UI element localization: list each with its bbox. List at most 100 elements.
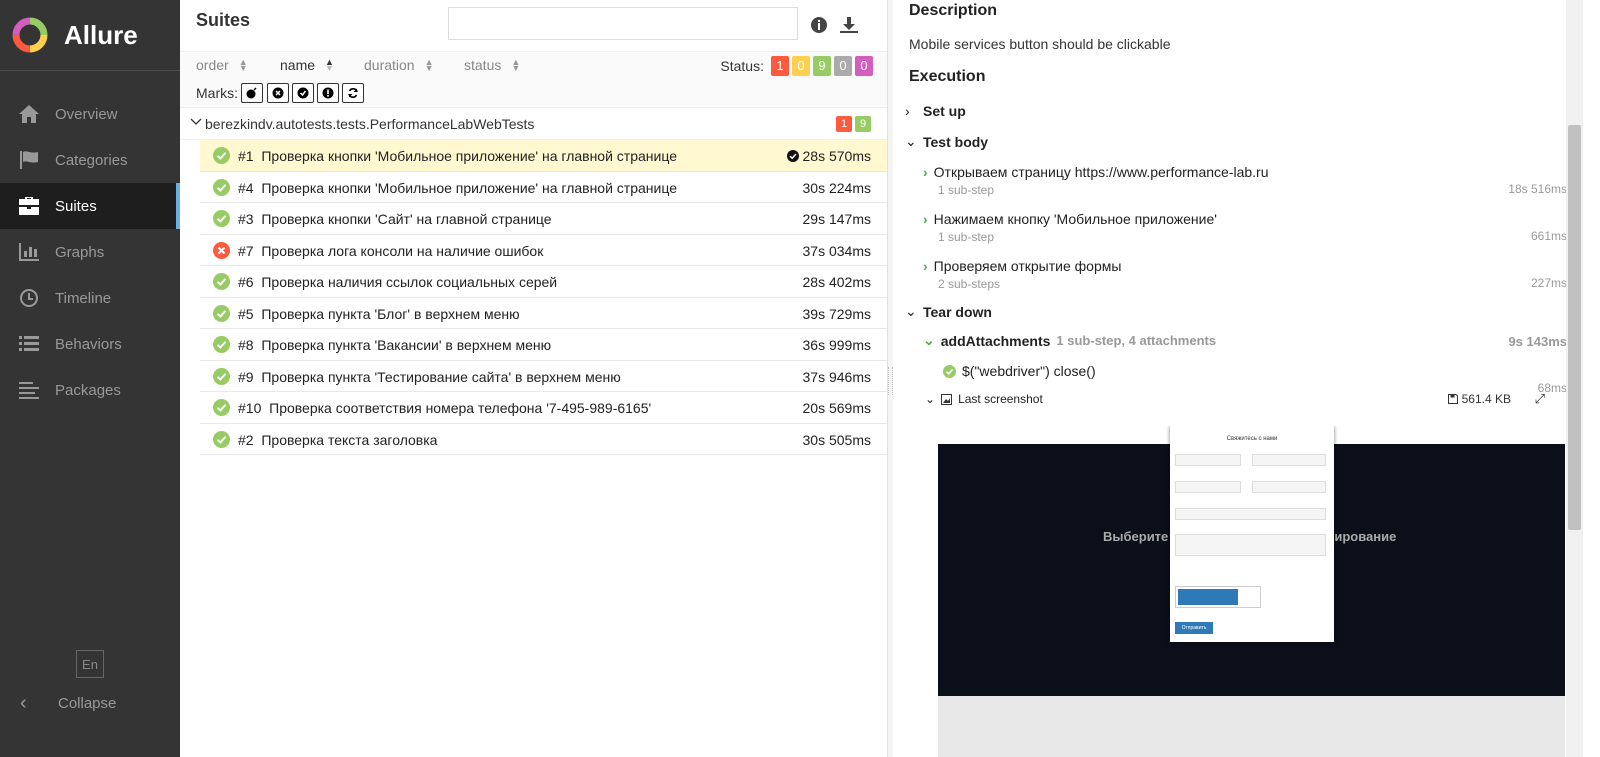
passed-check-icon	[943, 364, 956, 378]
test-duration: 37s 946ms	[803, 369, 871, 385]
collapse-button[interactable]: ‹ Collapse	[20, 692, 116, 715]
test-duration: 30s 505ms	[803, 432, 871, 448]
chevron-right-icon: ›	[923, 211, 928, 227]
stage-test-body[interactable]: ⌄ Test body	[905, 133, 988, 150]
test-duration-value: 30s 505ms	[802, 431, 871, 448]
test-row[interactable]: #1 Проверка кнопки 'Мобильное приложение…	[200, 140, 887, 172]
step-name: $("webdriver") close()	[962, 363, 1096, 379]
test-duration-value: 39s 729ms	[802, 305, 871, 322]
body-step-3[interactable]: › Проверяем открытие формы 2 sub-steps 22…	[923, 258, 1567, 291]
test-row[interactable]: #2 Проверка текста заголовка 30s 505ms	[200, 424, 887, 455]
stage-tear-down[interactable]: ⌄ Tear down	[905, 303, 992, 320]
status-filter-failed[interactable]: 1	[771, 56, 789, 76]
group-failed-count: 1	[836, 116, 852, 132]
test-duration-value: 36s 999ms	[802, 337, 871, 353]
sort-order[interactable]: order ▲ ▼	[196, 57, 248, 73]
test-row[interactable]: #7 Проверка лога консоли на наличие ошиб…	[200, 235, 887, 266]
chevron-down-icon: ⌄	[905, 133, 917, 149]
chevron-right-icon: ›	[923, 258, 928, 274]
chevron-down-icon: ⌄	[925, 392, 936, 406]
mark-new-broken-icon[interactable]	[317, 83, 339, 103]
detail-scrollbar[interactable]	[1566, 0, 1583, 757]
webdriver-close-step[interactable]: $("webdriver") close() 68ms	[943, 363, 1567, 395]
brand[interactable]: Allure	[0, 0, 180, 71]
flag-icon	[18, 149, 40, 171]
sidebar-item-categories[interactable]: Categories	[0, 137, 180, 183]
sidebar-item-suites[interactable]: Suites	[0, 183, 180, 229]
mark-new-passed-icon[interactable]	[292, 83, 314, 103]
attachment-size: 561.4 KB	[1461, 392, 1511, 406]
sidebar-item-timeline[interactable]: Timeline	[0, 275, 180, 321]
test-name: Проверка лога консоли на наличие ошибок	[261, 242, 544, 259]
attachment-screenshot[interactable]: Выберите тирование Свяжитесь с нами Отпр…	[938, 426, 1565, 757]
test-number: #4	[238, 179, 254, 196]
test-row[interactable]: #5 Проверка пункта 'Блог' в верхнем меню…	[200, 298, 887, 329]
teardown-step-addattachments[interactable]: ⌄ addAttachments 1 sub-step, 4 attachmen…	[923, 332, 1567, 349]
step-substeps: 1 sub-step	[938, 183, 995, 197]
suite-group-row[interactable]: berezkindv.autotests.tests.PerformanceLa…	[180, 108, 887, 140]
sort-name[interactable]: name ▲ ▼	[280, 57, 334, 73]
test-duration: 28s 570ms	[786, 148, 871, 164]
step-substeps: 1 sub-step	[938, 230, 995, 244]
test-row[interactable]: #10 Проверка соответствия номера телефон…	[200, 392, 887, 424]
description-title: Description	[909, 2, 998, 19]
stage-tear-down-label: Tear down	[923, 303, 992, 320]
passed-check-icon	[213, 273, 230, 290]
sidebar-item-label: Suites	[55, 197, 97, 215]
status-filter-passed[interactable]: 9	[813, 56, 831, 76]
test-duration: 20s 569ms	[803, 400, 871, 416]
test-duration-value: 37s 034ms	[802, 242, 871, 259]
status-filter-broken[interactable]: 0	[792, 56, 810, 76]
test-name: Проверка пункта 'Блог' в верхнем меню	[261, 305, 520, 322]
sidebar-item-graphs[interactable]: Graphs	[0, 229, 180, 275]
test-number: #10	[238, 400, 262, 416]
search-input[interactable]	[448, 7, 798, 40]
test-row[interactable]: #9 Проверка пункта 'Тестирование сайта' …	[200, 361, 887, 392]
failed-x-icon	[213, 241, 230, 259]
expand-icon[interactable]: ⤢	[1535, 391, 1545, 407]
chevron-down-icon: ⌄	[923, 332, 935, 348]
attachment-row[interactable]: ⌄ Last screenshot 561.4 KB ⤢	[925, 391, 1567, 407]
stage-test-body-label: Test body	[923, 133, 989, 150]
body-step-2[interactable]: › Нажимаем кнопку 'Мобильное приложение' …	[923, 211, 1567, 244]
test-name: Проверка пункта 'Вакансии' в верхнем мен…	[261, 337, 552, 353]
mark-new-failed-icon[interactable]	[267, 83, 289, 103]
sort-status[interactable]: status ▲ ▼	[464, 57, 520, 73]
status-filter: Status: 1 0 9 0 0	[720, 56, 873, 76]
test-row[interactable]: #6 Проверка наличия ссылок социальных се…	[200, 266, 887, 298]
mark-flaky-bomb-icon[interactable]	[241, 83, 263, 103]
test-title: #3 Проверка кнопки 'Сайт' на главной стр…	[238, 211, 552, 227]
test-number: #3	[238, 211, 254, 227]
body-step-1[interactable]: › Открываем страницу https://www.performa…	[923, 164, 1567, 197]
screenshot-partner-logos	[938, 696, 1565, 757]
allure-report-app: Allure Overview Categories Suites Graphs…	[0, 0, 1600, 757]
test-row[interactable]: #8 Проверка пункта 'Вакансии' в верхнем …	[200, 329, 887, 361]
save-icon	[1447, 394, 1458, 404]
sort-asc-icon: ▲ ▼	[325, 57, 334, 73]
language-switch[interactable]: En	[76, 650, 104, 678]
screenshot-hero-text-right: тирование	[1328, 529, 1397, 544]
chevron-left-icon: ‹	[20, 692, 27, 714]
stage-setup[interactable]: › Set up	[905, 103, 966, 119]
sidebar-item-label: Categories	[55, 151, 128, 169]
sidebar-item-behaviors[interactable]: Behaviors	[0, 321, 180, 367]
sidebar-item-packages[interactable]: Packages	[0, 367, 180, 413]
sort-duration[interactable]: duration ▲ ▼	[364, 57, 434, 73]
info-icon[interactable]	[808, 14, 830, 36]
test-row[interactable]: #3 Проверка кнопки 'Сайт' на главной стр…	[200, 203, 887, 235]
sidebar-item-label: Packages	[55, 381, 121, 399]
test-number: #7	[238, 242, 254, 259]
test-name: Проверка текста заголовка	[261, 431, 438, 448]
step-name: Открываем страницу https://www.performan…	[933, 164, 1269, 180]
status-filter-skipped[interactable]: 0	[834, 56, 852, 76]
status-filter-unknown[interactable]: 0	[855, 56, 873, 76]
mark-retries-icon[interactable]	[342, 83, 364, 103]
scrollbar-thumb[interactable]	[1568, 125, 1581, 530]
step-duration: 227ms	[1530, 276, 1567, 290]
download-icon[interactable]	[838, 14, 860, 36]
image-file-icon	[941, 393, 953, 405]
selected-check-icon	[786, 150, 799, 162]
sidebar-item-overview[interactable]: Overview	[0, 91, 180, 137]
test-duration: 29s 147ms	[803, 211, 871, 227]
test-row[interactable]: #4 Проверка кнопки 'Мобильное приложение…	[200, 172, 887, 203]
